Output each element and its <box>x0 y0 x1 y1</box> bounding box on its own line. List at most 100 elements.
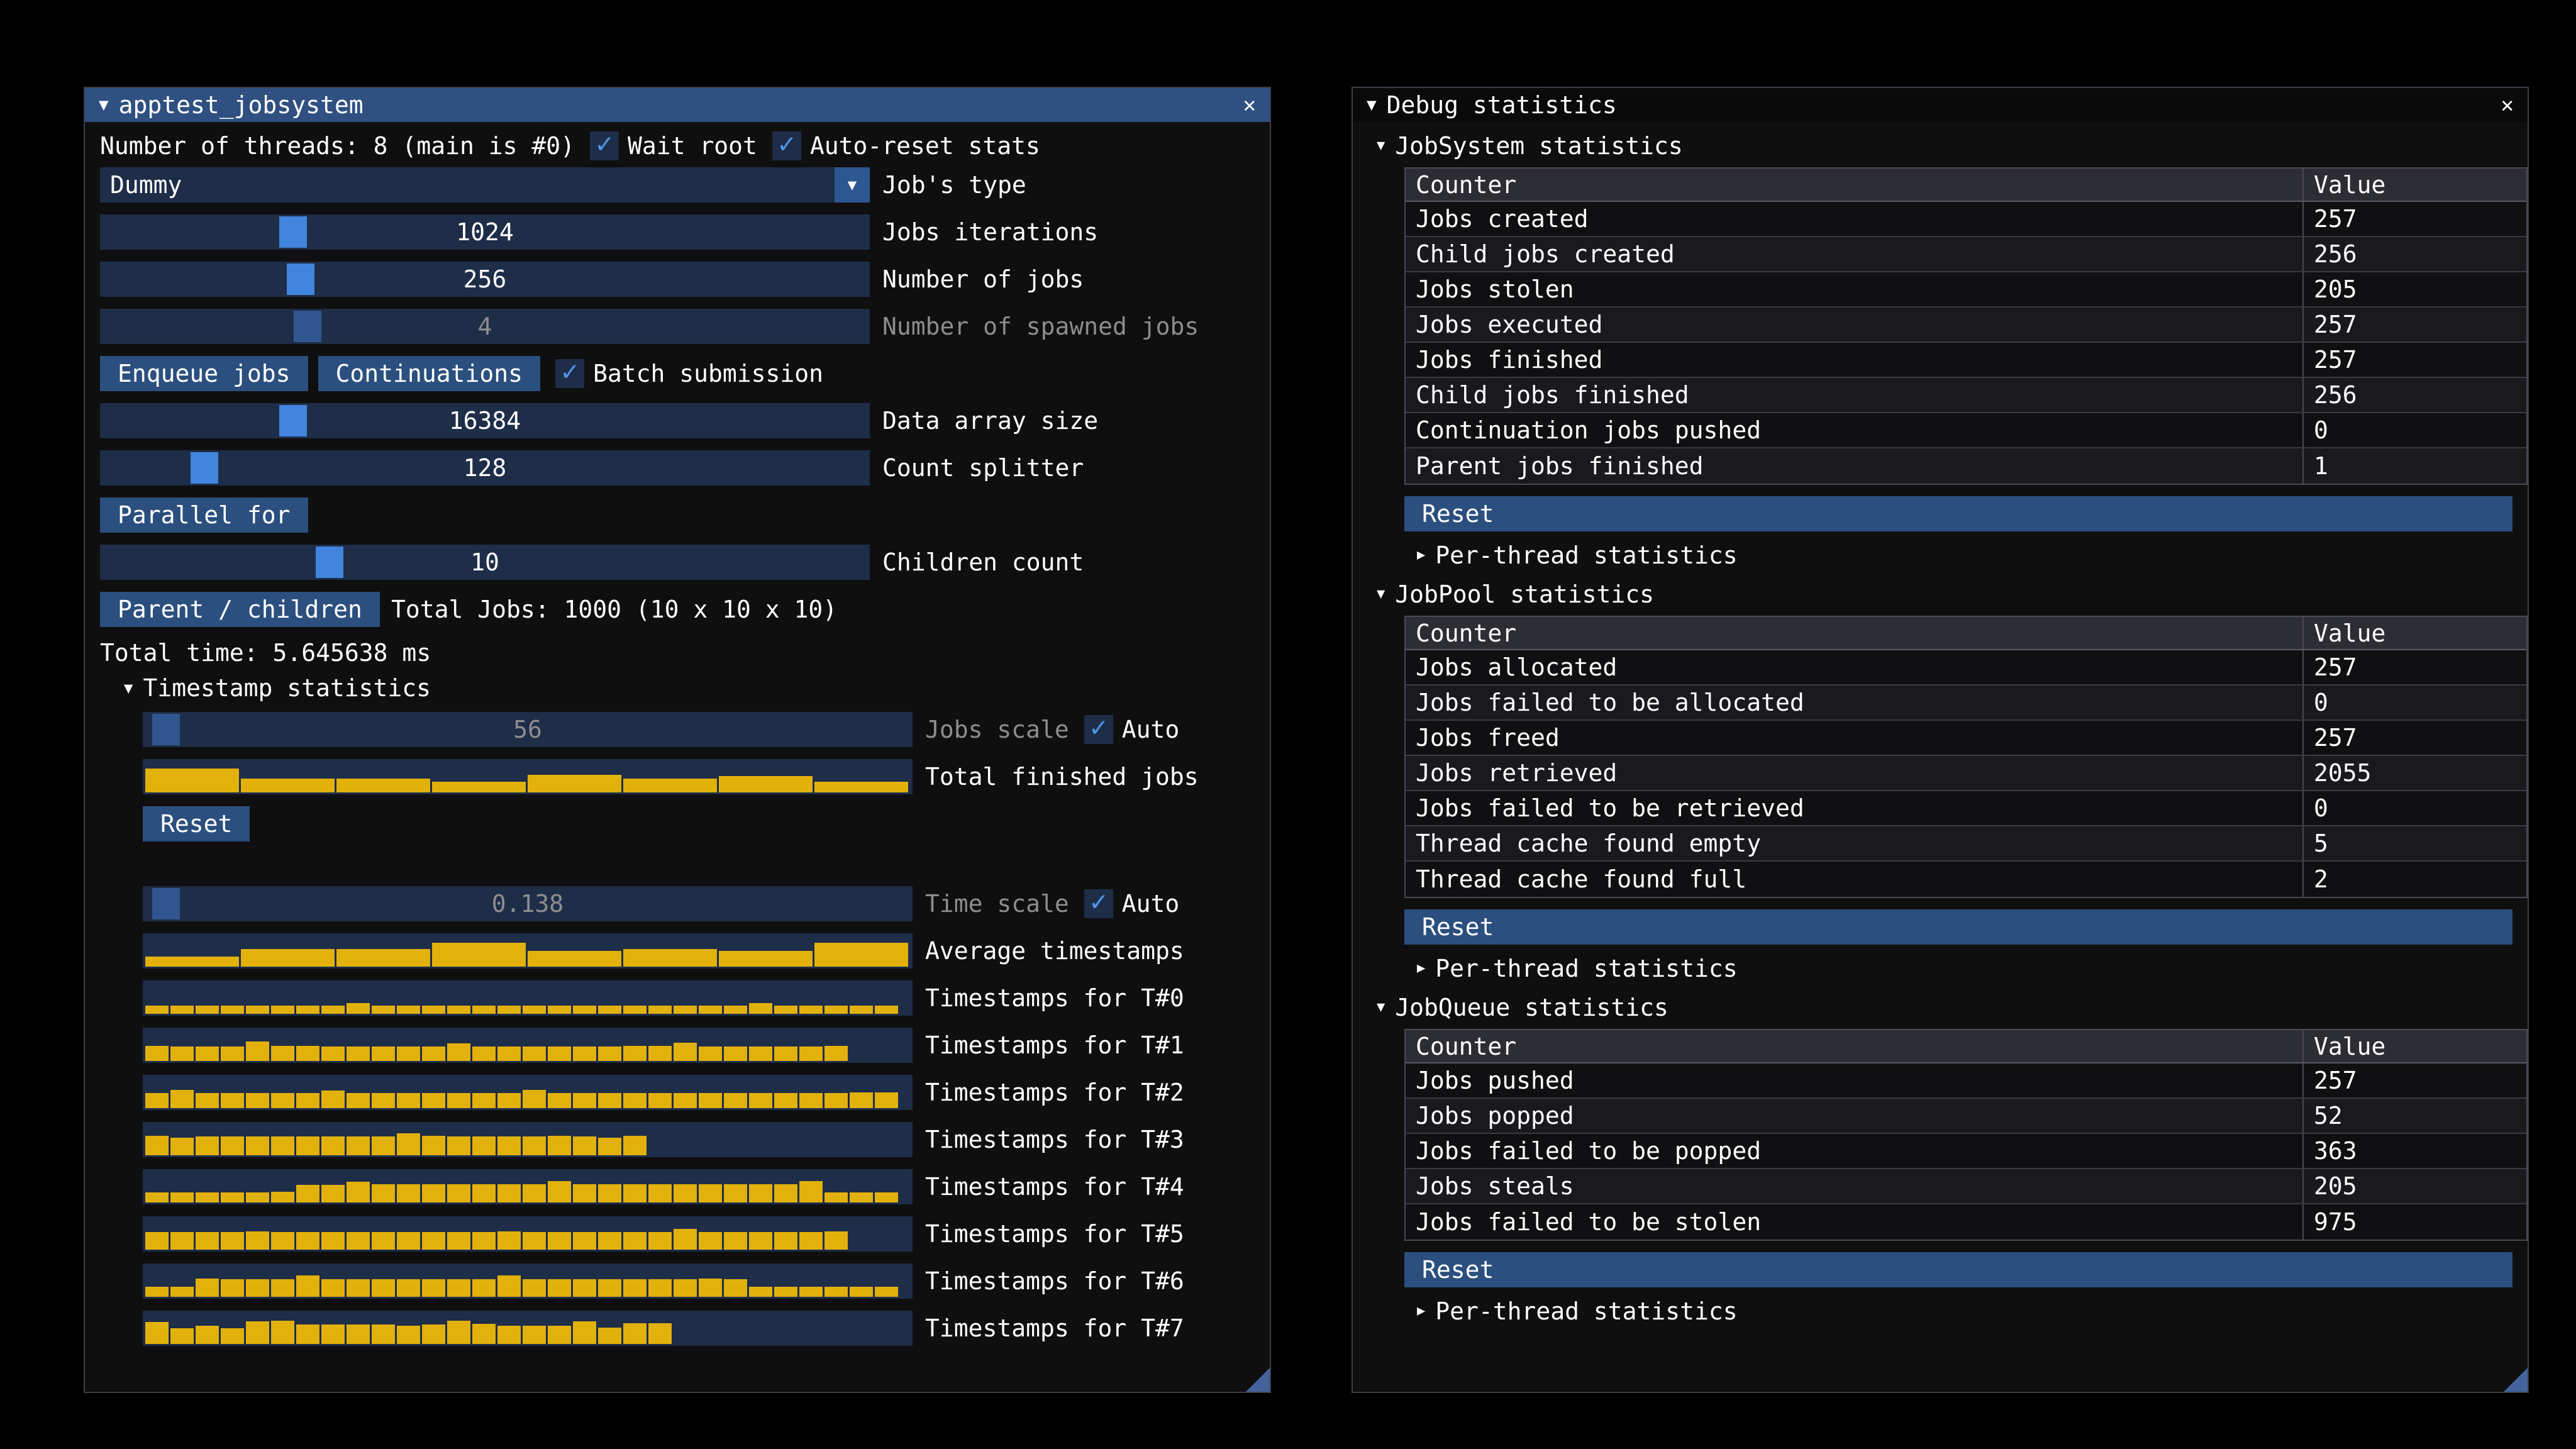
collapse-arrow-icon[interactable]: ▼ <box>99 97 109 113</box>
timestamp-statistics-node[interactable]: ▼ Timestamp statistics <box>124 674 1255 702</box>
histogram-bar <box>497 1231 521 1250</box>
jobpool-statistics-node[interactable]: ▼ JobPool statistics <box>1377 580 2512 608</box>
tree-closed-arrow-icon[interactable]: ▶ <box>1417 548 1425 562</box>
histogram-bar <box>875 1192 898 1202</box>
histogram-bar <box>246 1231 269 1250</box>
close-icon[interactable]: ✕ <box>1243 94 1256 116</box>
jobsystem-statistics-node[interactable]: ▼ JobSystem statistics <box>1377 132 2512 160</box>
data-array-size-slider[interactable]: 16384 <box>100 403 870 438</box>
histogram-bar <box>372 1006 395 1014</box>
histogram-bar <box>799 1232 823 1250</box>
value-cell: 0 <box>2304 413 2526 447</box>
reset-button[interactable]: Reset <box>1404 1252 2512 1287</box>
histogram-bar <box>774 1184 797 1202</box>
job-type-label: Job's type <box>882 171 1026 199</box>
parent-children-button[interactable]: Parent / children <box>100 592 380 627</box>
histogram-bar <box>648 1046 672 1061</box>
jobs-scale-slider: 56 <box>143 712 913 747</box>
reset-button[interactable]: Reset <box>1404 496 2512 531</box>
table-row: Jobs failed to be allocated0 <box>1406 686 2526 721</box>
tree-open-arrow-icon[interactable]: ▼ <box>1377 1001 1385 1014</box>
value-cell: 257 <box>2304 202 2526 236</box>
parallel-for-button[interactable]: Parallel for <box>100 497 308 533</box>
histogram-bar <box>397 1232 420 1250</box>
tree-open-arrow-icon[interactable]: ▼ <box>124 680 133 696</box>
histogram-bar <box>246 1279 269 1297</box>
histogram-bar <box>648 1006 672 1014</box>
auto-reset-checkbox[interactable]: ✓ <box>772 131 801 160</box>
number-of-jobs-slider[interactable]: 256 <box>100 262 870 297</box>
histogram-bar <box>472 1093 496 1108</box>
table-header: Counter Value <box>1406 1030 2526 1063</box>
histogram-bar <box>296 1093 319 1108</box>
collapse-arrow-icon[interactable]: ▼ <box>1367 97 1377 113</box>
histogram-bar <box>347 1232 370 1250</box>
reset-button[interactable]: Reset <box>143 806 250 841</box>
enqueue-row: Enqueue jobs Continuations ✓ Batch submi… <box>100 356 1255 391</box>
per-thread-statistics-node[interactable]: ▶ Per-thread statistics <box>1417 955 2512 982</box>
histogram-bar <box>372 1136 395 1155</box>
count-splitter-slider[interactable]: 128 <box>100 450 870 486</box>
histogram-label: Timestamps for T#2 <box>925 1079 1184 1106</box>
counter-cell: Jobs failed to be retrieved <box>1406 791 2304 825</box>
slider-value: 0.138 <box>143 886 913 921</box>
histogram-bar <box>573 1184 596 1202</box>
histogram-bar <box>824 1231 848 1250</box>
histogram-bar <box>497 1093 521 1108</box>
window-titlebar[interactable]: ▼ apptest_jobsystem ✕ <box>85 88 1270 122</box>
histogram-bar <box>196 1006 219 1014</box>
histogram-bar <box>321 1046 345 1061</box>
histogram-bar <box>724 1093 747 1108</box>
counter-cell: Parent jobs finished <box>1406 448 2304 484</box>
histogram-bar <box>347 1136 370 1155</box>
children-count-slider[interactable]: 10 <box>100 545 870 580</box>
resize-grip[interactable] <box>2504 1368 2528 1392</box>
tree-open-arrow-icon[interactable]: ▼ <box>1377 587 1385 601</box>
histogram-bar <box>724 1184 747 1202</box>
histogram-bar <box>196 1279 219 1297</box>
counter-cell: Child jobs finished <box>1406 378 2304 412</box>
counter-cell: Jobs finished <box>1406 343 2304 377</box>
per-thread-statistics-node[interactable]: ▶ Per-thread statistics <box>1417 1297 2512 1325</box>
counter-cell: Jobs popped <box>1406 1099 2304 1133</box>
histogram-timestamps-t2 <box>143 1075 913 1110</box>
counter-cell: Jobs failed to be allocated <box>1406 686 2304 719</box>
batch-submission-checkbox[interactable]: ✓ <box>555 359 584 388</box>
reset-button[interactable]: Reset <box>1404 909 2512 945</box>
histogram-bar <box>674 1184 697 1202</box>
enqueue-jobs-button[interactable]: Enqueue jobs <box>100 356 308 391</box>
continuations-button[interactable]: Continuations <box>318 356 540 391</box>
slider-value: 4 <box>100 309 870 344</box>
value-header: Value <box>2304 617 2526 649</box>
debug-statistics-window: ▼ Debug statistics ✕ ▼ JobSystem statist… <box>1352 87 2529 1393</box>
histogram-bar <box>749 1184 772 1202</box>
histogram-bar <box>824 1046 848 1061</box>
combo-arrow-icon[interactable]: ▼ <box>835 167 870 203</box>
wait-root-checkbox[interactable]: ✓ <box>590 131 619 160</box>
histogram-bar <box>196 1046 219 1061</box>
job-type-combo[interactable]: Dummy ▼ <box>100 167 870 203</box>
close-icon[interactable]: ✕ <box>2501 94 2514 116</box>
resize-grip[interactable] <box>1246 1368 1270 1392</box>
time-scale-auto-checkbox[interactable]: ✓ <box>1084 889 1113 918</box>
histogram-bar <box>749 1046 772 1061</box>
tree-closed-arrow-icon[interactable]: ▶ <box>1417 962 1425 975</box>
threads-text: Number of threads: 8 (main is #0) <box>100 132 575 160</box>
histogram-bar <box>724 1279 747 1297</box>
tree-open-arrow-icon[interactable]: ▼ <box>1377 139 1385 153</box>
jobs-scale-auto-checkbox[interactable]: ✓ <box>1084 715 1113 744</box>
histogram-bar <box>196 1232 219 1250</box>
histogram-label: Timestamps for T#0 <box>925 984 1184 1012</box>
histogram-bar <box>347 1324 370 1344</box>
jobqueue-statistics-node[interactable]: ▼ JobQueue statistics <box>1377 994 2512 1021</box>
window-content: ▼ JobSystem statistics Counter Value Job… <box>1353 122 2528 1325</box>
value-header: Value <box>2304 1030 2526 1062</box>
tree-closed-arrow-icon[interactable]: ▶ <box>1417 1304 1425 1318</box>
check-icon: ✓ <box>562 358 579 386</box>
slider-value: 16384 <box>100 403 870 438</box>
section-label: JobPool statistics <box>1395 580 1654 608</box>
per-thread-statistics-node[interactable]: ▶ Per-thread statistics <box>1417 541 2512 569</box>
jobs-iterations-slider[interactable]: 1024 <box>100 214 870 250</box>
auto-label: Auto <box>1122 716 1180 743</box>
window-titlebar[interactable]: ▼ Debug statistics ✕ <box>1353 88 2528 122</box>
